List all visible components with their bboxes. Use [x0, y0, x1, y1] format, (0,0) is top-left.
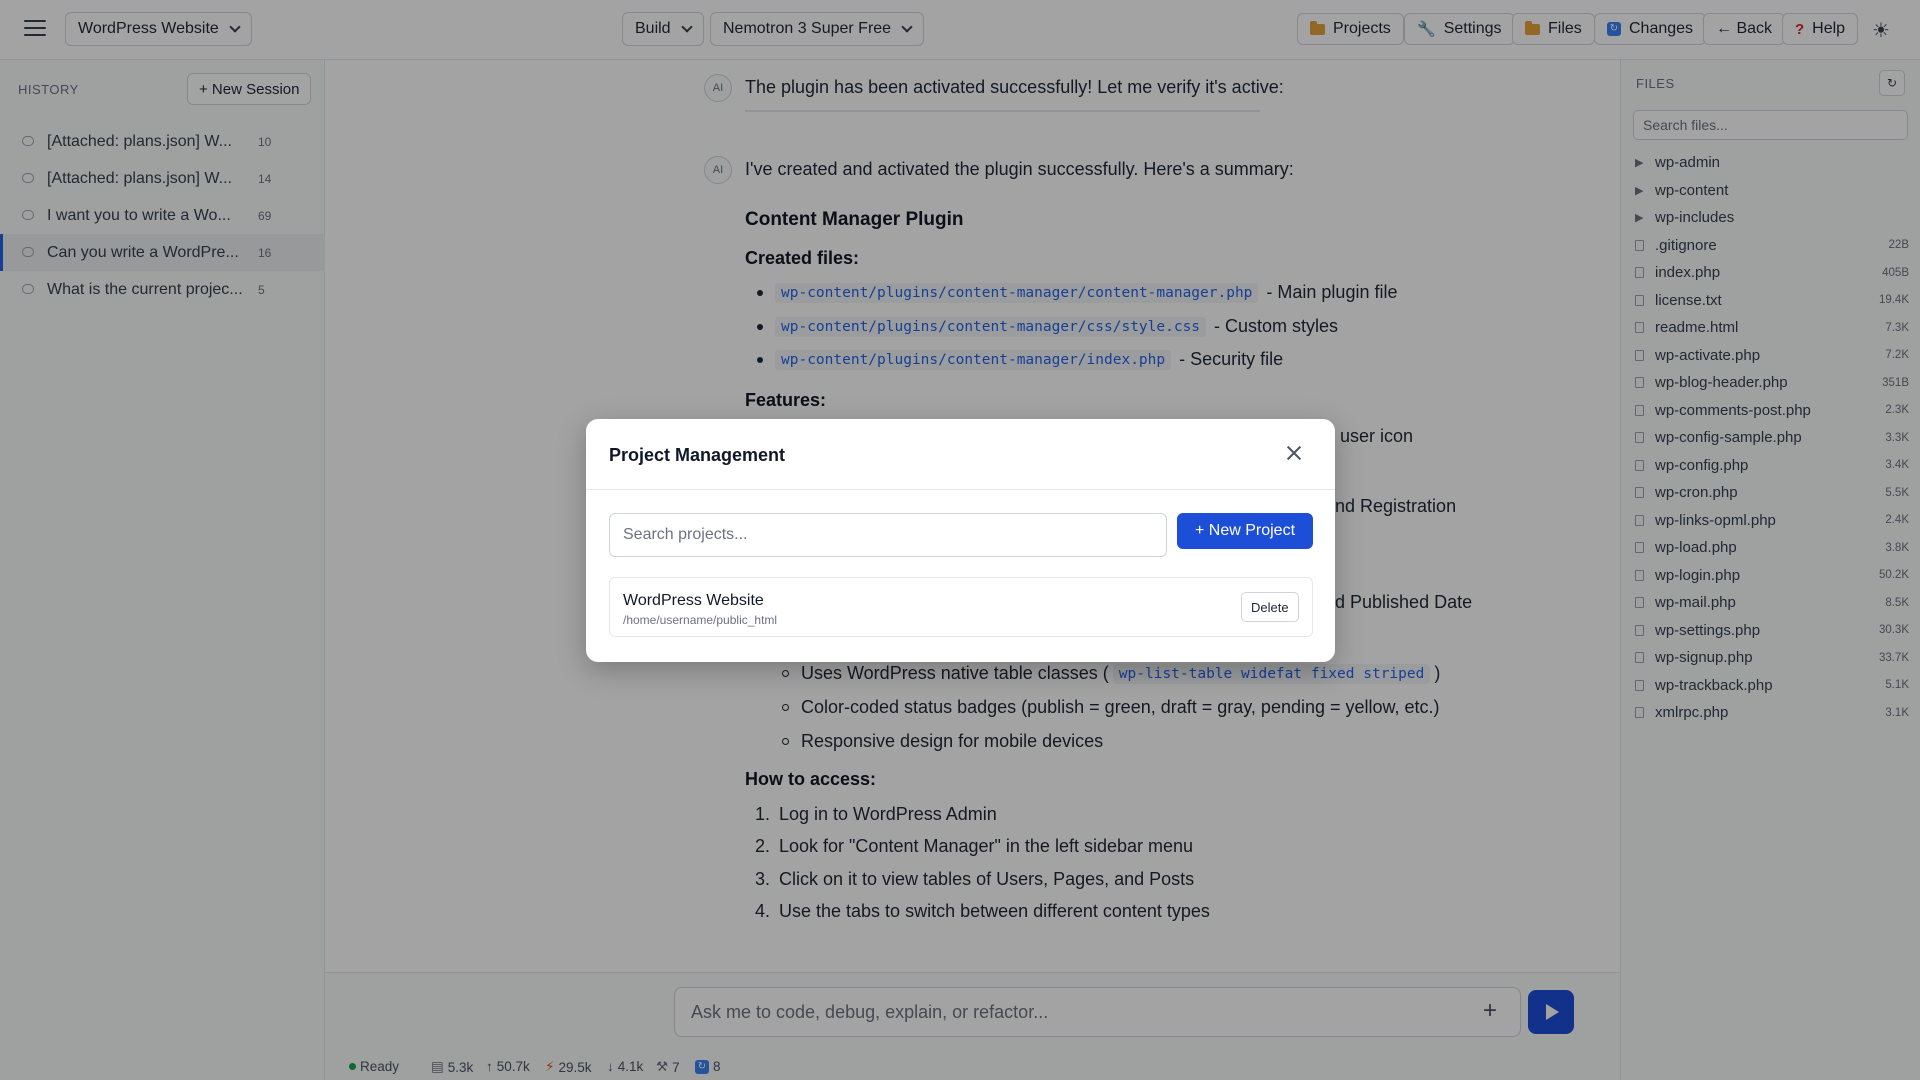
dialog-title: Project Management	[609, 445, 786, 465]
dialog-divider	[586, 489, 1335, 490]
project-card[interactable]: WordPress Website /home/username/public_…	[609, 577, 1313, 637]
project-management-dialog: Project Management Search projects... + …	[586, 419, 1335, 662]
project-search-input[interactable]: Search projects...	[609, 513, 1167, 557]
new-project-button[interactable]: + New Project	[1177, 513, 1313, 549]
close-icon[interactable]	[1286, 445, 1302, 461]
project-path: /home/username/public_html	[623, 613, 778, 627]
project-search-placeholder: Search projects...	[623, 526, 748, 543]
project-name: WordPress Website	[623, 592, 764, 609]
delete-button[interactable]: Delete	[1241, 592, 1299, 622]
